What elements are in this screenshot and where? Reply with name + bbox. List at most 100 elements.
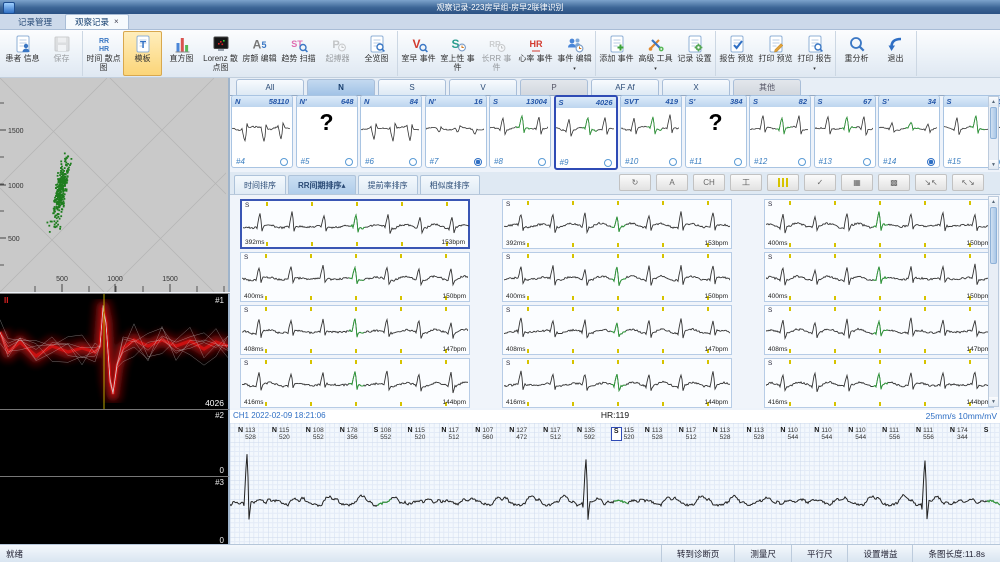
beat-values: 110544 xyxy=(821,427,832,441)
sort-tab[interactable]: 提前率排序 xyxy=(358,175,418,194)
category-tab-v[interactable]: V xyxy=(449,79,517,95)
template-card[interactable]: S'34#14 xyxy=(878,95,940,168)
category-tab-n[interactable]: N xyxy=(307,79,375,95)
print-preview-button[interactable]: 打印 预览 xyxy=(756,31,795,76)
reanalyze-button[interactable]: 重分析 xyxy=(837,31,876,76)
ecg-grid-cell[interactable]: S408ms147bpm xyxy=(240,305,470,355)
overview-button[interactable]: 全览图 xyxy=(357,31,396,76)
scroll-up-icon[interactable]: ▲ xyxy=(989,97,998,106)
advanced-tools-button[interactable]: 高级 工具▾ xyxy=(636,31,675,76)
beat-overlay-panel[interactable]: II #1 4026 xyxy=(0,293,230,409)
template-radio[interactable] xyxy=(538,158,546,166)
template-card[interactable]: SVT419#10 xyxy=(620,95,682,168)
scroll-down-icon[interactable]: ▼ xyxy=(989,397,998,406)
ecg-rhythm-strip[interactable]: HR:119 CH1 2022-02-09 18:21:06 25mm/s 10… xyxy=(230,410,1000,545)
s-event-button[interactable]: S室上性 事件 xyxy=(438,31,477,76)
status-item[interactable]: 条图长度:11.8s xyxy=(912,545,1000,562)
record-settings-button[interactable]: 记录 设置 xyxy=(675,31,714,76)
template-card[interactable]: S82#12 xyxy=(749,95,811,168)
lorenz-button[interactable]: Lorenz 散点图 xyxy=(201,31,240,76)
template-radio[interactable] xyxy=(345,158,353,166)
ecg-grid-cell[interactable]: S392ms153bpm xyxy=(502,199,732,249)
template-button[interactable]: T模板 xyxy=(123,31,162,76)
select-check-icon[interactable]: ✓ xyxy=(804,174,836,191)
close-tab-icon[interactable]: × xyxy=(114,18,119,26)
scroll-down-icon[interactable]: ▼ xyxy=(989,160,998,169)
collapse-icon[interactable]: ↘↖ xyxy=(915,174,947,191)
af-edit-button[interactable]: A5房颤 编辑 xyxy=(240,31,279,76)
trend-scan-button[interactable]: ST趋势 扫描 xyxy=(279,31,318,76)
document-tab[interactable]: 记录管理 xyxy=(8,14,62,29)
template-radio[interactable] xyxy=(280,158,288,166)
template-card[interactable]: S4026#9 xyxy=(554,95,618,170)
template-card[interactable]: N84#6 xyxy=(360,95,422,168)
template-radio[interactable] xyxy=(669,158,677,166)
category-tab-其他[interactable]: 其他 xyxy=(733,79,801,95)
expand-icon[interactable]: ↖↘ xyxy=(952,174,984,191)
calipers-icon[interactable] xyxy=(767,174,799,191)
category-tab-p[interactable]: P xyxy=(520,79,588,95)
status-item[interactable]: 设置增益 xyxy=(847,545,912,562)
lorenz-scatter-panel[interactable]: 1500100050050010001500 xyxy=(0,78,230,292)
patient-info-button[interactable]: 患者 信息 xyxy=(3,31,42,76)
scroll-up-icon[interactable]: ▲ xyxy=(989,197,998,206)
tick-mark xyxy=(355,296,357,300)
hr-event-button[interactable]: HR心率 事件 xyxy=(516,31,555,76)
ecg-grid-cell[interactable]: S392ms153bpm xyxy=(240,199,470,249)
status-item[interactable]: 平行尺 xyxy=(791,545,848,562)
template-card[interactable]: N'648?#5 xyxy=(296,95,358,168)
template-scrollbar[interactable]: ▲▼ xyxy=(988,96,999,170)
template-radio[interactable] xyxy=(863,158,871,166)
sort-tab[interactable]: RR间期排序▴ xyxy=(288,175,356,194)
histogram-button[interactable]: 直方图 xyxy=(162,31,201,76)
category-tab-af-af[interactable]: AF Af xyxy=(591,79,659,95)
ecg-grid-cell[interactable]: S408ms147bpm xyxy=(764,305,994,355)
document-tab[interactable]: 观察记录× xyxy=(65,14,129,29)
print-report-button[interactable]: 打印 报告▾ xyxy=(795,31,834,76)
measure-icon[interactable]: 工 xyxy=(730,174,762,191)
beat-label-boxed[interactable]: S xyxy=(611,427,622,441)
add-event-button[interactable]: 添加 事件 xyxy=(597,31,636,76)
zoom-page-icon[interactable]: A xyxy=(656,174,688,191)
ecg-grid-cell[interactable]: S416ms144bpm xyxy=(240,358,470,408)
sort-tab[interactable]: 相似度排序 xyxy=(420,175,480,194)
status-item[interactable]: 转到诊断页 xyxy=(661,545,735,562)
template-card[interactable]: N58110#4 xyxy=(231,95,293,168)
grid-scrollbar[interactable]: ▲▼ xyxy=(988,196,999,407)
event-edit-button[interactable]: 事件 编辑▾ xyxy=(555,31,594,76)
grid-small-icon[interactable]: ▦ xyxy=(841,174,873,191)
grid-large-icon[interactable]: ▩ xyxy=(878,174,910,191)
channel-2-panel[interactable]: #2 0 xyxy=(0,409,230,476)
ecg-grid-cell[interactable]: S416ms144bpm xyxy=(502,358,732,408)
template-radio[interactable] xyxy=(798,158,806,166)
template-radio[interactable] xyxy=(604,159,612,167)
template-card[interactable]: N'16#7 xyxy=(425,95,487,168)
refresh-icon[interactable]: ↻ xyxy=(619,174,651,191)
sort-tab[interactable]: 时间排序 xyxy=(234,175,286,194)
ecg-grid-cell[interactable]: S408ms147bpm xyxy=(502,305,732,355)
v-event-button[interactable]: V室早 事件 xyxy=(399,31,438,76)
ecg-grid-cell[interactable]: S400ms150bpm xyxy=(764,252,994,302)
status-item[interactable]: 测量尺 xyxy=(734,545,791,562)
channel-3-panel[interactable]: #3 0 xyxy=(0,476,230,546)
template-radio[interactable] xyxy=(927,158,935,166)
scroll-thumb[interactable] xyxy=(990,207,997,264)
ecg-grid-cell[interactable]: S400ms150bpm xyxy=(502,252,732,302)
category-tab-all[interactable]: All xyxy=(236,79,304,95)
ecg-grid-cell[interactable]: S416ms144bpm xyxy=(764,358,994,408)
template-card[interactable]: S13004#8 xyxy=(489,95,551,168)
template-card[interactable]: S67#13 xyxy=(814,95,876,168)
template-radio[interactable] xyxy=(734,158,742,166)
category-tab-x[interactable]: X xyxy=(662,79,730,95)
report-preview-button[interactable]: 报告 预览 xyxy=(717,31,756,76)
category-tab-s[interactable]: S xyxy=(378,79,446,95)
scroll-thumb[interactable] xyxy=(990,107,997,139)
ecg-grid-cell[interactable]: S400ms150bpm xyxy=(764,199,994,249)
time-scatter-button[interactable]: RRHR时间 散点图 xyxy=(84,31,123,76)
template-radio[interactable] xyxy=(474,158,482,166)
template-card[interactable]: S'384?#11 xyxy=(685,95,747,168)
ecg-grid-cell[interactable]: S400ms150bpm xyxy=(240,252,470,302)
channel-icon[interactable]: CH xyxy=(693,174,725,191)
template-radio[interactable] xyxy=(409,158,417,166)
exit-button[interactable]: 退出 xyxy=(876,31,915,76)
